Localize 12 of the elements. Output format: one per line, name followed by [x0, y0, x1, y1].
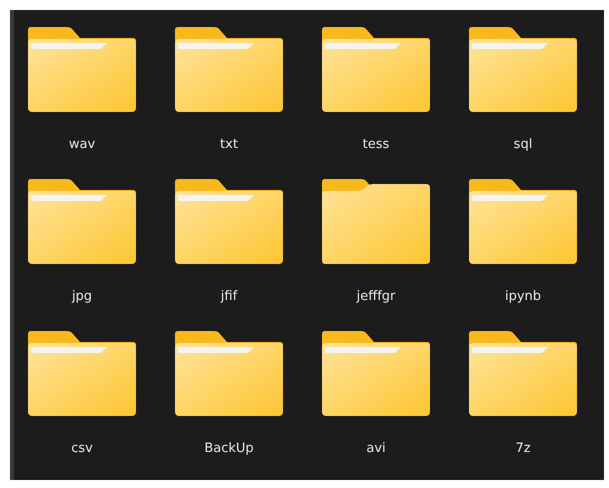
- folder-name[interactable]: ipynb: [504, 289, 542, 305]
- folder-name[interactable]: jefffgr: [356, 289, 396, 305]
- folder-name[interactable]: 7z: [515, 441, 531, 457]
- folder-name[interactable]: sql: [514, 137, 532, 153]
- folder-name[interactable]: wav: [68, 137, 96, 153]
- folder-name[interactable]: jpg: [72, 289, 92, 305]
- folder-name[interactable]: avi: [366, 441, 386, 457]
- folder-name[interactable]: jfif: [220, 289, 238, 305]
- folder-name[interactable]: csv: [71, 441, 93, 457]
- folder-name[interactable]: BackUp: [204, 441, 254, 457]
- folder-name[interactable]: txt: [220, 137, 238, 153]
- folder-name[interactable]: tess: [362, 137, 390, 153]
